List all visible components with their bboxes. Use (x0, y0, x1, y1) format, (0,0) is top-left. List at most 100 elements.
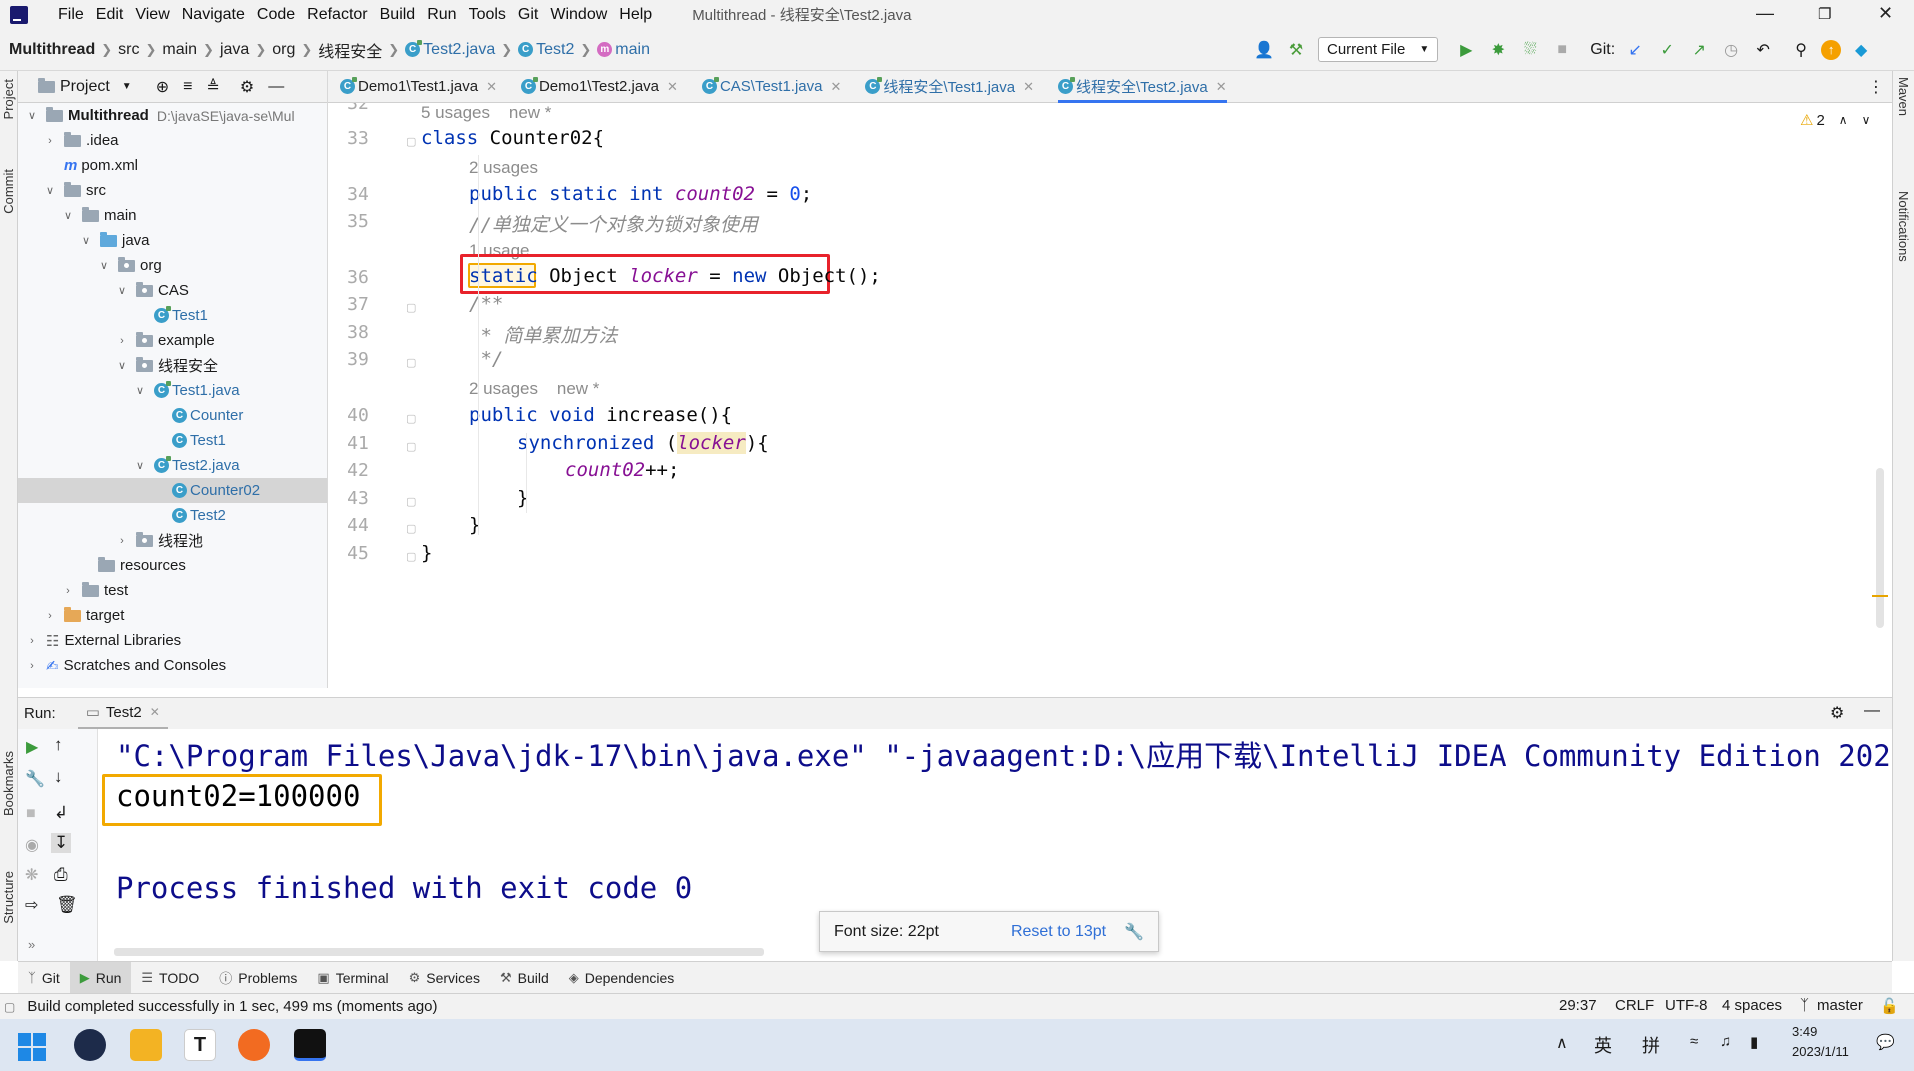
scroll-up-icon[interactable]: ↑ (54, 735, 63, 755)
rollback-icon[interactable]: ↶ (1751, 38, 1775, 62)
settings-icon[interactable]: ❋ (25, 865, 38, 885)
chevron-right-icon[interactable]: › (116, 535, 128, 547)
editor-scrollbar[interactable] (1876, 468, 1884, 628)
dependencies-tool-button[interactable]: ◈ Dependencies (559, 962, 685, 994)
tree-item-example[interactable]: › example (18, 328, 215, 353)
restore-icon[interactable]: ❐ (1818, 5, 1831, 23)
build-tool-button[interactable]: ⚒ Build (490, 962, 559, 994)
scroll-down-icon[interactable]: ↓ (54, 767, 63, 787)
chevron-down-icon[interactable]: ∨ (116, 359, 128, 372)
problems-tool-button[interactable]: ⓘ Problems (209, 962, 307, 994)
debug-icon[interactable]: ✸ (1486, 38, 1510, 62)
usages-hint[interactable]: 2 usages (469, 158, 538, 178)
inspection-widget[interactable]: ⚠ 2 ∧ ∨ (1800, 111, 1870, 130)
git-update-icon[interactable]: ↙ (1623, 38, 1647, 62)
chevron-up-icon[interactable]: ∧ (1839, 113, 1848, 127)
build-hammer-icon[interactable]: ⚒ (1284, 38, 1308, 62)
git-tool-button[interactable]: ᛉ Git (18, 962, 70, 994)
typora-icon[interactable]: T (184, 1029, 216, 1061)
notification-icon[interactable]: 💬 (1876, 1033, 1895, 1051)
crumb-project[interactable]: Multithread (9, 41, 95, 59)
ime-mode[interactable]: 拼 (1642, 1032, 1660, 1058)
tree-item-counter[interactable]: C Counter (18, 403, 243, 428)
usages-hint[interactable]: 2 usages new * (469, 379, 599, 399)
chevron-down-icon[interactable]: ∨ (116, 284, 128, 297)
ime-language[interactable]: 英 (1594, 1032, 1612, 1058)
clock-time[interactable]: 3:49 (1792, 1024, 1817, 1039)
git-branch[interactable]: master (1817, 997, 1863, 1014)
gear-icon[interactable]: ⚙ (1830, 703, 1844, 723)
commit-tool-button[interactable]: Commit (1, 169, 16, 214)
menu-navigate[interactable]: Navigate (182, 6, 245, 24)
git-commit-icon[interactable]: ✓ (1655, 38, 1679, 62)
camera-icon[interactable]: ◉ (25, 835, 39, 855)
wrench-icon[interactable]: 🔧 (1124, 922, 1144, 942)
bookmarks-tool-button[interactable]: Bookmarks (1, 751, 16, 816)
reset-font-link[interactable]: Reset to 13pt (1011, 923, 1106, 941)
run-icon[interactable]: ▶ (1454, 38, 1478, 62)
tab-demo1-test2[interactable]: C Demo1\Test2.java ✕ (520, 71, 678, 103)
trash-icon[interactable]: 🗑 (56, 895, 78, 915)
user-icon[interactable]: 👤 (1252, 38, 1276, 62)
gear-icon[interactable]: ⚙ (240, 77, 254, 97)
todo-tool-button[interactable]: ☰ TODO (131, 962, 209, 994)
project-panel-title[interactable]: Project (60, 78, 110, 96)
battery-icon[interactable]: ▮ (1750, 1033, 1758, 1051)
fold-icon[interactable]: ▢ (406, 522, 416, 535)
menu-code[interactable]: Code (257, 6, 295, 24)
update-available-icon[interactable]: ↑ (1821, 39, 1842, 60)
fold-icon[interactable]: ▢ (406, 440, 416, 453)
chevron-right-icon[interactable]: › (26, 660, 38, 672)
close-tab-icon[interactable]: ✕ (486, 79, 497, 95)
terminal-tool-button[interactable]: ▣ Terminal (307, 962, 398, 994)
project-tool-button[interactable]: Project (1, 79, 16, 119)
fold-icon[interactable]: ▢ (406, 412, 416, 425)
tree-item-cas-test1[interactable]: C Test1 (18, 303, 208, 328)
soft-wrap-icon[interactable]: ↲ (54, 803, 68, 823)
crumb-org[interactable]: org (272, 41, 295, 59)
menu-git[interactable]: Git (518, 6, 538, 24)
rerun-icon[interactable]: ▶ (26, 737, 38, 757)
exit-icon[interactable]: ⇨ (25, 895, 38, 915)
tree-item-external-libraries[interactable]: › ☷ External Libraries (18, 628, 181, 653)
status-message[interactable]: Build completed successfully in 1 sec, 4… (27, 998, 437, 1015)
tab-menu-icon[interactable]: ⋮ (1868, 77, 1884, 97)
fold-icon[interactable]: ▢ (406, 301, 416, 314)
chevron-right-icon[interactable]: › (116, 335, 128, 347)
wifi-icon[interactable]: ≈ (1690, 1033, 1698, 1050)
tree-item-org[interactable]: ∨ org (18, 253, 162, 278)
chevron-down-icon[interactable]: ∨ (80, 234, 92, 247)
hide-panel-icon[interactable]: — (268, 78, 284, 96)
chevron-down-icon[interactable]: ▼ (122, 81, 132, 92)
chevron-right-icon[interactable]: › (44, 135, 56, 147)
file-explorer-icon[interactable] (130, 1029, 162, 1061)
usages-hint[interactable]: 5 usages new * (421, 103, 551, 123)
intellij-taskbar-icon[interactable] (294, 1029, 326, 1061)
tree-item-main[interactable]: ∨ main (18, 203, 137, 228)
crumb-file[interactable]: Test2.java (423, 41, 495, 59)
tree-item-test2-java[interactable]: ∨ C Test2.java (18, 453, 240, 478)
crumb-main[interactable]: main (162, 41, 197, 59)
stop-icon[interactable]: ■ (26, 805, 36, 823)
maven-tool-button[interactable]: Maven (1896, 77, 1911, 116)
git-push-icon[interactable]: ↗ (1687, 38, 1711, 62)
crumb-src[interactable]: src (118, 41, 139, 59)
menu-view[interactable]: View (135, 6, 169, 24)
caret-position[interactable]: 29:37 (1559, 997, 1597, 1014)
tab-cas-test1[interactable]: C CAS\Test1.java ✕ (701, 71, 841, 103)
crumb-method[interactable]: main (615, 41, 650, 59)
chevron-down-icon[interactable]: ∨ (26, 109, 38, 122)
locate-icon[interactable]: ⊕ (156, 77, 169, 97)
crumb-java[interactable]: java (220, 41, 249, 59)
tree-item-test1-java[interactable]: ∨ C Test1.java (18, 378, 240, 403)
tree-item-multithread[interactable]: ∨ Multithread D:\javaSE\java-se\Mul (18, 103, 295, 128)
run-tab-test2[interactable]: ▭ Test2 ✕ (77, 698, 168, 730)
console-hscrollbar[interactable] (114, 948, 764, 956)
fold-icon[interactable]: ▢ (406, 495, 416, 508)
wrench-icon[interactable]: 🔧 (25, 769, 45, 789)
crumb-class[interactable]: Test2 (536, 41, 574, 59)
close-tab-icon[interactable]: ✕ (830, 79, 841, 95)
print-icon[interactable]: ⎙ (54, 865, 68, 885)
line-separator[interactable]: CRLF (1615, 997, 1654, 1014)
jetbrains-icon[interactable]: ◆ (1849, 38, 1873, 62)
